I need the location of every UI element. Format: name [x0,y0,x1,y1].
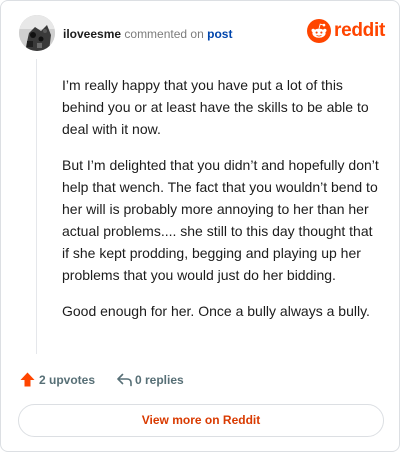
comment-meta: iloveesme commented on post [63,27,232,41]
reddit-logo[interactable]: reddit [307,19,385,43]
commented-on-text: commented on [124,27,204,41]
reply-count: 0 replies [135,373,184,387]
comment-paragraph: Good enough for her. Once a bully always… [62,303,370,319]
embedded-comment-card: iloveesme commented on post reddit I’m r… [0,0,400,452]
avatar-icon [19,15,55,51]
post-link[interactable]: post [207,27,232,41]
reply-button[interactable]: 0 replies [116,370,191,390]
comment-paragraph: I’m really happy that you have put a lot… [62,77,369,137]
comment-body: I’m really happy that you have put a lot… [62,74,382,336]
avatar[interactable] [19,15,55,51]
view-more-on-reddit-button[interactable]: View more on Reddit [18,404,384,437]
username-link[interactable]: iloveesme [63,27,121,41]
thread-line [36,59,37,354]
upvote-count: 2 upvotes [39,373,96,387]
comment-paragraph: But I’m delighted that you didn’t and ho… [62,157,379,283]
comment-header: iloveesme commented on post reddit [19,15,385,55]
upvote-arrow-icon [20,372,35,387]
reply-arrow-icon [117,373,132,387]
reddit-wordmark: reddit [334,20,385,41]
comment-actions: 2 upvotes 0 replies [19,370,383,390]
upvote-button[interactable]: 2 upvotes [19,370,99,390]
reddit-logo-icon [307,19,331,43]
